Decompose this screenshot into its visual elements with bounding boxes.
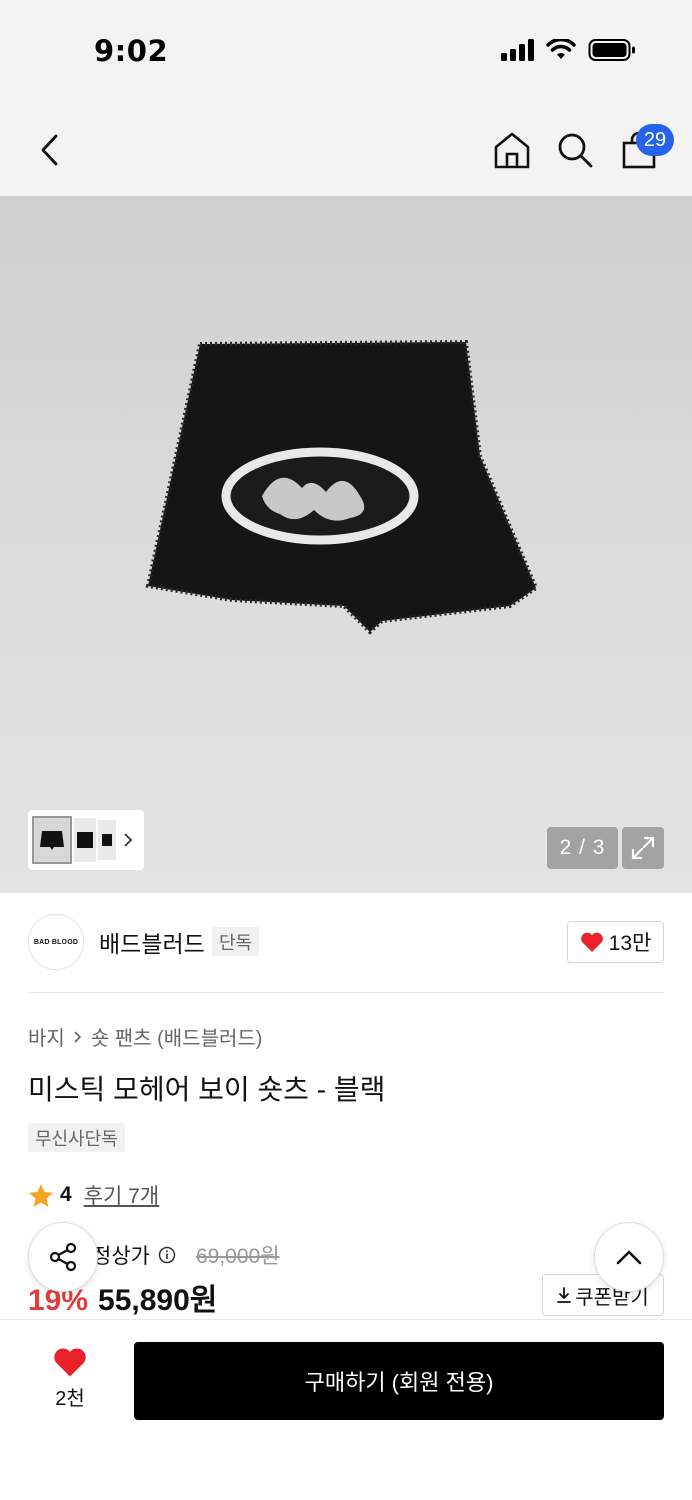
thumbnail-strip[interactable] xyxy=(28,810,144,870)
brand-logo-text: BAD BLOOD xyxy=(33,938,79,946)
chevron-right-icon xyxy=(124,833,133,847)
original-price: 69,000원 xyxy=(195,1245,280,1268)
cellular-signal-icon xyxy=(501,39,534,61)
back-button[interactable] xyxy=(28,128,72,172)
breadcrumb-subcategory[interactable]: 숏 팬츠 (배드블러드) xyxy=(91,1022,263,1051)
download-icon xyxy=(557,1287,572,1303)
chevron-right-icon xyxy=(74,1030,81,1043)
thumbnail-image xyxy=(40,831,64,850)
thumbnail-2[interactable] xyxy=(74,818,96,862)
brand-like-button[interactable]: 13만 xyxy=(567,921,664,963)
info-icon[interactable] xyxy=(158,1246,176,1264)
page-indicator: 2 / 3 xyxy=(547,827,618,869)
product-like-button[interactable]: 2천 xyxy=(36,1346,104,1411)
search-icon xyxy=(558,133,593,168)
home-icon xyxy=(494,132,530,169)
back-icon xyxy=(41,134,58,166)
thumbnail-image xyxy=(102,834,112,846)
share-button[interactable] xyxy=(28,1222,98,1292)
product-image xyxy=(145,339,539,635)
breadcrumb: 바지 숏 팬츠 (배드블러드) xyxy=(28,1022,262,1051)
thumbnail-3[interactable] xyxy=(98,820,116,860)
price-label: 정상가 xyxy=(92,1245,150,1268)
heart-icon xyxy=(580,932,603,952)
expand-button[interactable] xyxy=(622,827,664,869)
nav-header xyxy=(0,100,692,196)
brand-name[interactable]: 배드블러드 xyxy=(99,925,205,959)
status-bar: 9:02 xyxy=(0,0,692,100)
brand-exclusive-tag: 단독 xyxy=(212,927,260,956)
thumbnail-next[interactable] xyxy=(118,832,138,848)
status-time: 9:02 xyxy=(94,34,169,68)
bottom-action-bar: 2천 구매하기 (회원 전용) xyxy=(0,1319,692,1500)
final-price: 55,890원 xyxy=(98,1284,218,1317)
breadcrumb-category[interactable]: 바지 xyxy=(28,1022,65,1051)
cart-count-badge: 29 xyxy=(636,124,674,156)
review-link[interactable]: 후기 7개 xyxy=(84,1180,159,1210)
product-image-gallery[interactable]: 2 / 3 xyxy=(0,196,692,893)
expand-icon xyxy=(631,836,655,860)
divider xyxy=(28,992,664,993)
status-icons xyxy=(501,38,636,62)
battery-icon xyxy=(588,39,635,61)
chevron-up-icon xyxy=(616,1250,642,1265)
rating: 4 후기 7개 xyxy=(28,1180,159,1210)
home-button[interactable] xyxy=(490,128,534,172)
share-icon xyxy=(49,1242,77,1272)
wifi-icon xyxy=(546,39,576,59)
rating-score: 4 xyxy=(60,1183,72,1206)
search-button[interactable] xyxy=(553,128,597,172)
brand-like-count: 13만 xyxy=(608,932,652,955)
thumbnail-image xyxy=(77,832,93,848)
star-icon xyxy=(29,1183,53,1207)
product-title: 미스틱 모헤어 보이 숏츠 - 블랙 xyxy=(28,1074,386,1105)
exclusive-tag: 무신사단독 xyxy=(28,1123,125,1152)
thumbnail-1[interactable] xyxy=(32,816,72,864)
product-like-count: 2천 xyxy=(55,1388,85,1410)
buy-button[interactable]: 구매하기 (회원 전용) xyxy=(134,1342,664,1420)
brand-logo[interactable]: BAD BLOOD xyxy=(28,914,84,970)
scroll-top-button[interactable] xyxy=(594,1222,664,1292)
price-label-row: 정상가 69,000원 xyxy=(92,1240,280,1270)
heart-icon xyxy=(54,1348,86,1377)
